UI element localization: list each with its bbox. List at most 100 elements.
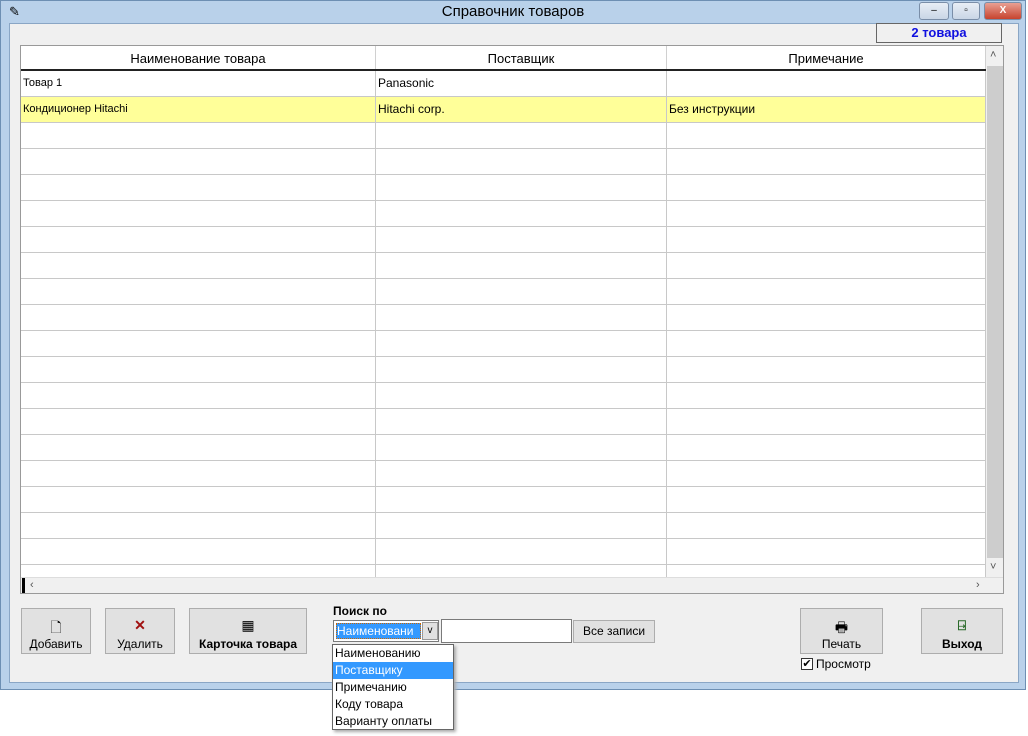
empty-cell[interactable]	[21, 123, 376, 148]
empty-cell[interactable]	[376, 149, 667, 174]
empty-row[interactable]	[21, 331, 986, 357]
empty-cell[interactable]	[21, 409, 376, 434]
empty-cell[interactable]	[667, 513, 986, 538]
empty-cell[interactable]	[376, 305, 667, 330]
empty-cell[interactable]	[21, 253, 376, 278]
dropdown-option-code[interactable]: Коду товара	[333, 696, 453, 713]
empty-cell[interactable]	[667, 253, 986, 278]
cell-name[interactable]: Товар 1	[21, 71, 376, 96]
empty-cell[interactable]	[21, 461, 376, 486]
preview-checkbox[interactable]: ✔	[801, 658, 813, 670]
empty-cell[interactable]	[376, 331, 667, 356]
scroll-right-icon[interactable]: ›	[976, 579, 980, 591]
close-button[interactable]: X	[984, 2, 1022, 20]
table-row[interactable]: Товар 1 Panasonic	[21, 71, 986, 97]
print-button[interactable]: 🖶 Печать	[800, 608, 883, 654]
delete-button[interactable]: ✕ Удалить	[105, 608, 175, 654]
dropdown-option-note[interactable]: Примечанию	[333, 679, 453, 696]
empty-row[interactable]	[21, 357, 986, 383]
cell-supplier[interactable]: Hitachi corp.	[376, 97, 667, 122]
empty-cell[interactable]	[376, 175, 667, 200]
empty-cell[interactable]	[667, 227, 986, 252]
add-button[interactable]: 🗋 Добавить	[21, 608, 91, 654]
empty-row[interactable]	[21, 279, 986, 305]
empty-cell[interactable]	[376, 123, 667, 148]
cell-name[interactable]: Кондиционер Hitachi	[21, 97, 376, 122]
empty-cell[interactable]	[376, 201, 667, 226]
empty-row[interactable]	[21, 253, 986, 279]
empty-cell[interactable]	[21, 539, 376, 564]
empty-cell[interactable]	[667, 149, 986, 174]
empty-cell[interactable]	[376, 487, 667, 512]
empty-row[interactable]	[21, 305, 986, 331]
empty-cell[interactable]	[376, 539, 667, 564]
empty-row[interactable]	[21, 201, 986, 227]
product-card-button[interactable]: ▦ Карточка товара	[189, 608, 307, 654]
empty-cell[interactable]	[667, 357, 986, 382]
scroll-down-icon[interactable]: ˅	[990, 561, 996, 573]
empty-cell[interactable]	[376, 409, 667, 434]
empty-cell[interactable]	[376, 461, 667, 486]
empty-row[interactable]	[21, 409, 986, 435]
empty-cell[interactable]	[376, 279, 667, 304]
empty-row[interactable]	[21, 435, 986, 461]
empty-row[interactable]	[21, 539, 986, 565]
empty-cell[interactable]	[21, 149, 376, 174]
empty-row[interactable]	[21, 227, 986, 253]
empty-cell[interactable]	[21, 513, 376, 538]
empty-row[interactable]	[21, 149, 986, 175]
empty-cell[interactable]	[21, 279, 376, 304]
scroll-left-icon[interactable]: ‹	[30, 579, 34, 591]
empty-cell[interactable]	[667, 305, 986, 330]
empty-cell[interactable]	[667, 487, 986, 512]
empty-cell[interactable]	[667, 461, 986, 486]
empty-cell[interactable]	[667, 539, 986, 564]
empty-cell[interactable]	[376, 253, 667, 278]
empty-row[interactable]	[21, 513, 986, 539]
empty-cell[interactable]	[667, 123, 986, 148]
dropdown-option-supplier[interactable]: Поставщику	[333, 662, 453, 679]
empty-cell[interactable]	[667, 435, 986, 460]
vertical-scrollbar[interactable]: ˄ ˅	[986, 46, 1003, 577]
empty-cell[interactable]	[376, 565, 667, 577]
scroll-thumb[interactable]	[987, 66, 1003, 558]
empty-cell[interactable]	[376, 227, 667, 252]
empty-cell[interactable]	[376, 513, 667, 538]
empty-cell[interactable]	[376, 435, 667, 460]
empty-cell[interactable]	[21, 487, 376, 512]
empty-cell[interactable]	[376, 357, 667, 382]
empty-cell[interactable]	[21, 435, 376, 460]
column-header-name[interactable]: Наименование товара	[21, 46, 376, 69]
exit-button[interactable]: ⍈ Выход	[921, 608, 1003, 654]
maximize-button[interactable]: ▫	[952, 2, 980, 20]
empty-cell[interactable]	[376, 383, 667, 408]
empty-row[interactable]	[21, 487, 986, 513]
empty-cell[interactable]	[667, 175, 986, 200]
search-field-select[interactable]: Наименовани v	[333, 620, 439, 642]
empty-cell[interactable]	[21, 227, 376, 252]
empty-cell[interactable]	[21, 175, 376, 200]
empty-cell[interactable]	[21, 305, 376, 330]
empty-cell[interactable]	[21, 383, 376, 408]
empty-cell[interactable]	[667, 201, 986, 226]
empty-cell[interactable]	[667, 409, 986, 434]
cell-note[interactable]: Без инструкции	[667, 97, 986, 122]
dropdown-option-payment[interactable]: Варианту оплаты	[333, 713, 453, 730]
column-header-supplier[interactable]: Поставщик	[376, 46, 667, 69]
empty-cell[interactable]	[667, 383, 986, 408]
search-input[interactable]	[441, 619, 572, 643]
dropdown-option-name[interactable]: Наименованию	[333, 645, 453, 662]
table-row-selected[interactable]: Кондиционер Hitachi Hitachi corp. Без ин…	[21, 97, 986, 123]
empty-row[interactable]	[21, 383, 986, 409]
empty-cell[interactable]	[21, 357, 376, 382]
empty-row[interactable]	[21, 175, 986, 201]
all-records-button[interactable]: Все записи	[573, 620, 655, 643]
empty-cell[interactable]	[667, 279, 986, 304]
empty-row[interactable]	[21, 565, 986, 577]
minimize-button[interactable]: ‒	[919, 2, 949, 20]
cell-note[interactable]	[667, 71, 986, 96]
chevron-down-icon[interactable]: v	[422, 622, 438, 640]
cell-supplier[interactable]: Panasonic	[376, 71, 667, 96]
empty-cell[interactable]	[21, 201, 376, 226]
empty-row[interactable]	[21, 123, 986, 149]
